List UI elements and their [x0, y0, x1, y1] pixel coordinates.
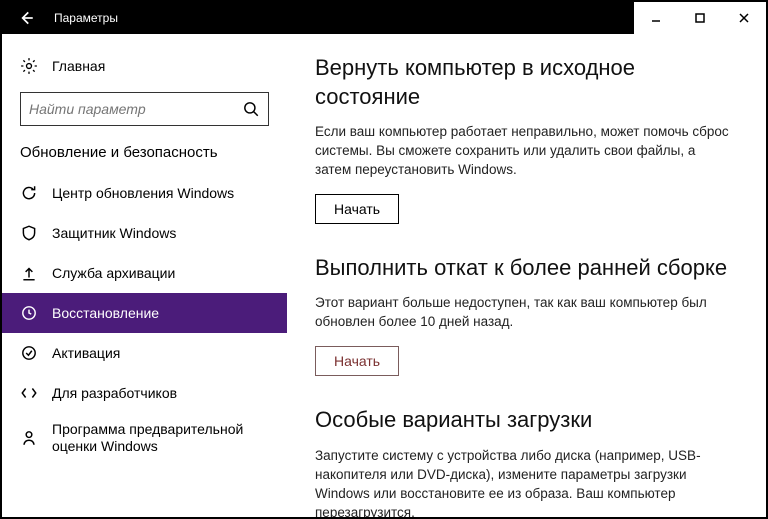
- section-title: Особые варианты загрузки: [315, 406, 738, 435]
- sidebar-home-label: Главная: [52, 58, 105, 74]
- arrow-left-icon: [17, 9, 35, 27]
- section-desc: Запустите систему с устройства либо диск…: [315, 447, 735, 517]
- main-content: Вернуть компьютер в исходное состояние Е…: [287, 34, 766, 517]
- search-box[interactable]: [20, 92, 269, 126]
- sidebar-item-activation[interactable]: Активация: [2, 333, 287, 373]
- sidebar-item-defender[interactable]: Защитник Windows: [2, 213, 287, 253]
- minimize-icon: [651, 13, 661, 23]
- sidebar-item-recovery[interactable]: Восстановление: [2, 293, 287, 333]
- sidebar: Главная Обновление и безопасность Центр …: [2, 34, 287, 517]
- titlebar: Параметры: [2, 2, 766, 34]
- maximize-icon: [695, 13, 705, 23]
- window-title: Параметры: [50, 11, 118, 25]
- sidebar-item-developers[interactable]: Для разработчиков: [2, 373, 287, 413]
- close-button[interactable]: [722, 2, 766, 34]
- section-advanced-startup: Особые варианты загрузки Запустите систе…: [315, 406, 738, 517]
- section-rollback: Выполнить откат к более ранней сборке Эт…: [315, 254, 738, 376]
- category-header: Обновление и безопасность: [2, 138, 287, 173]
- maximize-button[interactable]: [678, 2, 722, 34]
- sidebar-home[interactable]: Главная: [2, 46, 287, 86]
- sidebar-item-insider[interactable]: Программа предварительной оценки Windows: [2, 413, 287, 463]
- code-icon: [20, 384, 38, 402]
- upload-icon: [20, 264, 38, 282]
- sync-icon: [20, 184, 38, 202]
- section-title: Вернуть компьютер в исходное состояние: [315, 54, 738, 111]
- sidebar-item-label: Защитник Windows: [52, 225, 176, 241]
- sidebar-item-label: Для разработчиков: [52, 385, 177, 401]
- minimize-button[interactable]: [634, 2, 678, 34]
- section-reset-pc: Вернуть компьютер в исходное состояние Е…: [315, 54, 738, 224]
- sidebar-item-label: Программа предварительной оценки Windows: [52, 421, 269, 455]
- search-input[interactable]: [29, 101, 242, 117]
- reset-start-button[interactable]: Начать: [315, 194, 399, 224]
- section-desc: Если ваш компьютер работает неправильно,…: [315, 123, 735, 180]
- sidebar-item-label: Активация: [52, 345, 120, 361]
- section-desc: Этот вариант больше недоступен, так как …: [315, 294, 735, 332]
- person-icon: [20, 429, 38, 447]
- sidebar-item-label: Центр обновления Windows: [52, 185, 234, 201]
- gear-icon: [20, 57, 38, 75]
- sidebar-item-label: Служба архивации: [52, 265, 175, 281]
- check-circle-icon: [20, 344, 38, 362]
- history-icon: [20, 304, 38, 322]
- back-button[interactable]: [2, 2, 50, 34]
- rollback-start-button[interactable]: Начать: [315, 346, 399, 376]
- sidebar-item-backup[interactable]: Служба архивации: [2, 253, 287, 293]
- sidebar-item-windows-update[interactable]: Центр обновления Windows: [2, 173, 287, 213]
- close-icon: [739, 13, 749, 23]
- shield-icon: [20, 224, 38, 242]
- sidebar-item-label: Восстановление: [52, 305, 159, 321]
- section-title: Выполнить откат к более ранней сборке: [315, 254, 738, 283]
- search-icon: [242, 100, 260, 118]
